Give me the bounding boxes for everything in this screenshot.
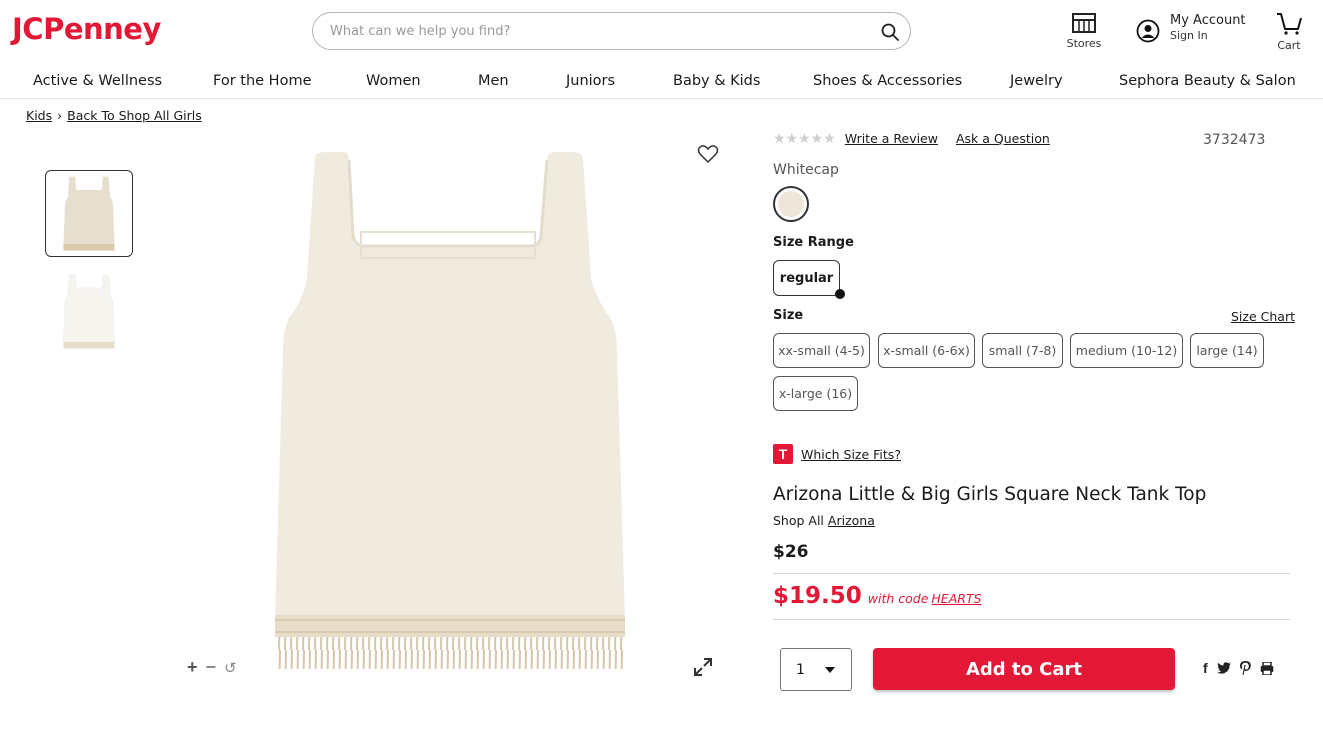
promo-code[interactable]: HEARTS: [931, 591, 981, 606]
size-fit-widget: T Which Size Fits?: [773, 444, 901, 464]
size-range-label: Size Range: [773, 235, 854, 250]
account-title: My Account: [1170, 13, 1246, 28]
twitter-icon[interactable]: [1216, 662, 1231, 674]
breadcrumb-kids[interactable]: Kids: [26, 108, 52, 123]
shop-all-prefix: Shop All: [773, 513, 824, 528]
zoom-out-icon[interactable]: −: [206, 657, 217, 678]
jcpenney-logo[interactable]: JCPenney: [12, 12, 161, 46]
write-review-link[interactable]: Write a Review: [845, 131, 938, 146]
color-name: Whitecap: [773, 162, 839, 178]
divider: [773, 619, 1290, 620]
size-option[interactable]: medium (10-12): [1070, 333, 1183, 368]
nav-active-wellness[interactable]: Active & Wellness: [33, 73, 162, 89]
nav-juniors[interactable]: Juniors: [566, 73, 615, 89]
reset-zoom-icon[interactable]: ↺: [224, 659, 237, 677]
search-bar: [312, 12, 911, 50]
sale-price-row: $19.50 with code HEARTS: [773, 583, 982, 609]
size-option[interactable]: x-large (16): [773, 376, 858, 411]
add-to-cart-button[interactable]: Add to Cart: [873, 648, 1175, 690]
product-sku: 3732473: [1203, 132, 1266, 148]
nav-women[interactable]: Women: [366, 73, 421, 89]
true-fit-icon: T: [773, 444, 793, 464]
chevron-down-icon: [825, 666, 835, 673]
star-rating-icon: ★★★★★: [773, 130, 836, 146]
main-nav: Active & Wellness For the Home Women Men…: [0, 66, 1323, 99]
nav-shoes-accessories[interactable]: Shoes & Accessories: [813, 73, 962, 89]
thumbnail-1[interactable]: [45, 170, 133, 257]
size-range-regular[interactable]: regular: [773, 260, 840, 296]
user-icon: [1136, 19, 1160, 43]
size-option[interactable]: large (14): [1190, 333, 1264, 368]
breadcrumb: Kids › Back To Shop All Girls: [26, 108, 202, 123]
color-swatch-whitecap[interactable]: [773, 186, 809, 222]
share-icons: f: [1203, 660, 1274, 676]
product-thumbnail-image: [63, 273, 115, 349]
sale-price: $19.50: [773, 583, 862, 609]
quantity-select[interactable]: 1: [780, 648, 852, 691]
thumbnail-2[interactable]: [45, 268, 133, 355]
nav-men[interactable]: Men: [478, 73, 509, 89]
original-price: $26: [773, 542, 809, 562]
print-icon[interactable]: [1260, 661, 1274, 675]
stores-button[interactable]: Stores: [1065, 12, 1103, 50]
cart-label: Cart: [1277, 39, 1301, 52]
size-option[interactable]: small (7-8): [982, 333, 1063, 368]
search-icon[interactable]: [880, 22, 900, 42]
product-main-image[interactable]: [265, 150, 630, 675]
size-option[interactable]: xx-small (4-5): [773, 333, 870, 368]
cart-icon: [1277, 13, 1302, 35]
nav-jewelry[interactable]: Jewelry: [1010, 73, 1063, 89]
nav-for-the-home[interactable]: For the Home: [213, 73, 312, 89]
product-title: Arizona Little & Big Girls Square Neck T…: [773, 484, 1207, 505]
search-input[interactable]: [330, 13, 870, 49]
store-icon: [1072, 13, 1096, 33]
account-signin: Sign In: [1170, 29, 1208, 42]
ask-question-link[interactable]: Ask a Question: [956, 131, 1050, 146]
quantity-value: 1: [796, 661, 805, 678]
zoom-controls: + − ↺: [187, 657, 237, 678]
cart-button[interactable]: Cart: [1272, 12, 1306, 52]
rating-row: ★★★★★ Write a Review Ask a Question: [773, 130, 1050, 147]
product-thumbnail-image: [63, 176, 115, 251]
nav-sephora[interactable]: Sephora Beauty & Salon: [1119, 73, 1296, 89]
pinterest-icon[interactable]: [1239, 661, 1251, 675]
size-chart-link[interactable]: Size Chart: [1231, 309, 1295, 324]
chevron-right-icon: ›: [57, 108, 63, 123]
stores-label: Stores: [1066, 37, 1102, 50]
size-option[interactable]: x-small (6-6x): [878, 333, 975, 368]
divider: [773, 573, 1290, 574]
brand-link[interactable]: Arizona: [828, 513, 875, 528]
shop-all-brand: Shop All Arizona: [773, 513, 875, 528]
nav-baby-kids[interactable]: Baby & Kids: [673, 73, 760, 89]
zoom-in-icon[interactable]: +: [187, 657, 198, 678]
size-label: Size: [773, 308, 804, 323]
my-account-button[interactable]: My Account Sign In: [1136, 13, 1246, 43]
breadcrumb-back[interactable]: Back To Shop All Girls: [67, 108, 202, 123]
selected-check-icon: [835, 289, 845, 299]
expand-icon[interactable]: [693, 657, 713, 677]
favorite-heart-icon[interactable]: [697, 144, 719, 164]
which-size-fits-link[interactable]: Which Size Fits?: [801, 447, 901, 462]
facebook-icon[interactable]: f: [1203, 660, 1208, 676]
promo-text: with code HEARTS: [867, 591, 982, 606]
